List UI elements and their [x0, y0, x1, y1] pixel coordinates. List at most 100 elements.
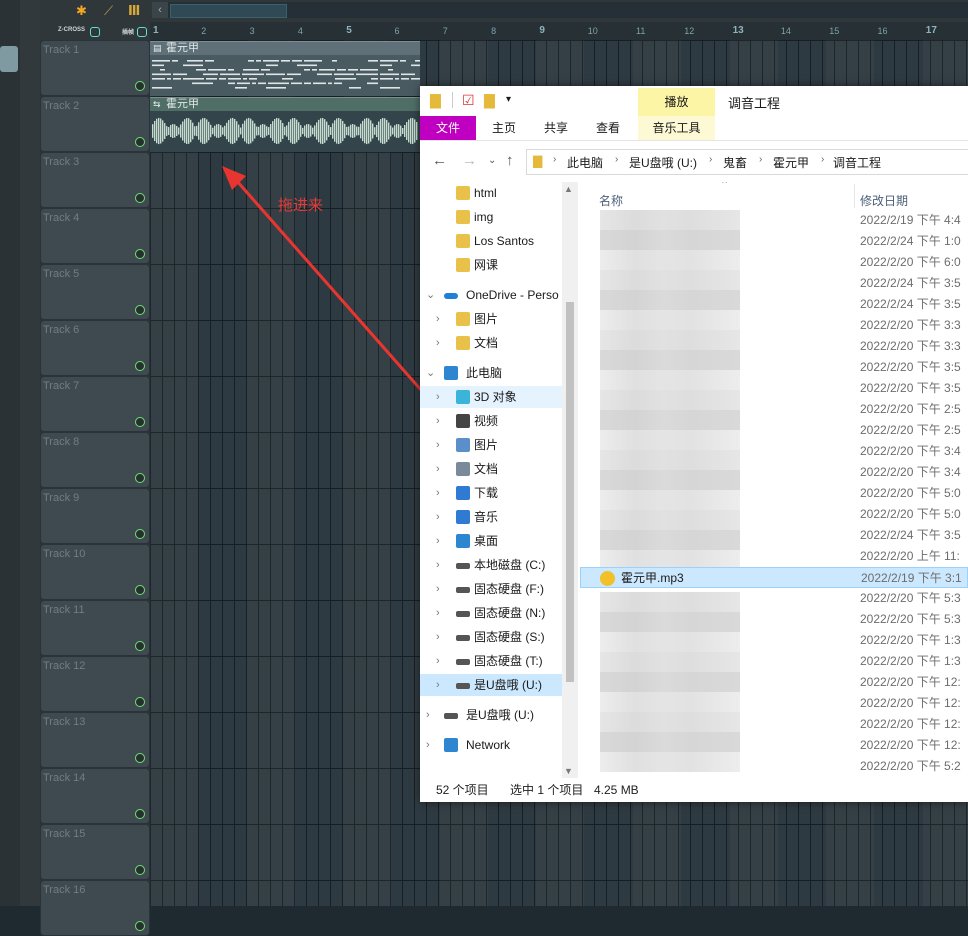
breadcrumb-separator[interactable]: › [821, 154, 824, 165]
audio-clip[interactable]: ⇆ 霍元甲 [150, 97, 420, 152]
track-mute-led[interactable] [135, 809, 145, 819]
collapse-icon[interactable]: ⌄ [426, 284, 435, 306]
track-mute-led[interactable] [135, 249, 145, 259]
column-date-header[interactable]: 修改日期 [860, 192, 908, 209]
track-mute-led[interactable] [135, 305, 145, 315]
crumb-guichu[interactable]: 鬼畜 [723, 154, 747, 171]
track-header[interactable]: Track 16 [40, 880, 150, 936]
crumb-tuning-project[interactable]: 调音工程 [833, 154, 881, 171]
recent-dropdown-icon[interactable]: ⌄ [488, 155, 496, 166]
breadcrumb[interactable]: ▇ › 此电脑 › 是U盘哦 (U:) › 鬼畜 › 霍元甲 › 调音工程 [526, 149, 968, 175]
track-header[interactable]: Track 12 [40, 656, 150, 712]
expand-icon[interactable]: › [436, 386, 440, 408]
track-mute-led[interactable] [135, 137, 145, 147]
track-header[interactable]: Track 4 [40, 208, 150, 264]
track-header[interactable]: Track 5 [40, 264, 150, 320]
nav-item[interactable]: › 下载 [420, 482, 562, 504]
new-folder-icon[interactable]: ▇ [484, 92, 495, 108]
collapse-icon[interactable]: ⌄ [426, 362, 435, 384]
track-mute-led[interactable] [135, 529, 145, 539]
expand-icon[interactable]: › [436, 650, 440, 672]
track-header[interactable]: Track 8 [40, 432, 150, 488]
sample-toggle[interactable] [137, 27, 147, 37]
nav-item[interactable]: › 是U盘哦 (U:) [420, 704, 562, 726]
expand-icon[interactable]: › [436, 602, 440, 624]
tab-view[interactable]: 查看 [586, 116, 630, 140]
track-mute-led[interactable] [135, 361, 145, 371]
expand-icon[interactable]: › [436, 434, 440, 456]
piano-tool-icon[interactable]: Ⅲ [128, 3, 140, 19]
expand-icon[interactable]: › [436, 308, 440, 330]
track-mute-led[interactable] [135, 641, 145, 651]
qat-dropdown-icon[interactable]: ▾ [506, 92, 511, 108]
zcross-toggle[interactable] [90, 27, 100, 37]
nav-item[interactable]: 网课 [420, 254, 562, 276]
expand-icon[interactable]: › [436, 554, 440, 576]
expand-icon[interactable]: › [436, 530, 440, 552]
expand-icon[interactable]: › [426, 734, 430, 756]
nav-item[interactable]: › 音乐 [420, 506, 562, 528]
track-mute-led[interactable] [135, 473, 145, 483]
scroll-down-icon[interactable]: ▼ [564, 766, 573, 776]
column-divider[interactable] [854, 184, 855, 208]
scroll-up-icon[interactable]: ▲ [564, 184, 573, 194]
nav-item[interactable]: › 文档 [420, 458, 562, 480]
breadcrumb-separator[interactable]: › [709, 154, 712, 165]
scroll-thumb[interactable] [566, 302, 574, 682]
breadcrumb-separator[interactable]: › [615, 154, 618, 165]
nav-item[interactable]: › 本地磁盘 (C:) [420, 554, 562, 576]
tab-play-context[interactable]: 播放 [638, 88, 715, 116]
timeline-ruler[interactable]: 1 2 3 4 5 6 7 8 9 10 11 12 13 14 15 16 17 [150, 22, 968, 41]
up-icon[interactable]: ↑ [506, 152, 514, 169]
nav-item[interactable]: › 视频 [420, 410, 562, 432]
track-header[interactable]: Track 9 [40, 488, 150, 544]
track-header[interactable]: Track 6 [40, 320, 150, 376]
nav-item[interactable]: ⌄ 此电脑 [420, 362, 562, 384]
track-mute-led[interactable] [135, 585, 145, 595]
tab-home[interactable]: 主页 [482, 116, 526, 140]
crumb-u-drive[interactable]: 是U盘哦 (U:) [629, 154, 697, 171]
waveform-tool-icon[interactable]: ✱ [76, 3, 87, 19]
expand-icon[interactable]: › [436, 482, 440, 504]
nav-item[interactable]: › 固态硬盘 (N:) [420, 602, 562, 624]
scroll-left-icon[interactable]: ‹ [152, 2, 168, 18]
expand-icon[interactable]: › [436, 578, 440, 600]
expand-icon[interactable]: › [436, 674, 440, 696]
track-mute-led[interactable] [135, 921, 145, 931]
expand-icon[interactable]: › [426, 704, 430, 726]
channel-thumb[interactable] [0, 46, 18, 72]
track-header[interactable]: Track 11 [40, 600, 150, 656]
nav-item[interactable]: › 图片 [420, 308, 562, 330]
breadcrumb-separator[interactable]: › [759, 154, 762, 165]
automation-tool-icon[interactable]: ⟋ [104, 3, 113, 19]
nav-item[interactable]: › 图片 [420, 434, 562, 456]
track-header[interactable]: Track 13 [40, 712, 150, 768]
back-icon[interactable]: ← [432, 152, 447, 169]
nav-item[interactable]: › 固态硬盘 (S:) [420, 626, 562, 648]
track-mute-led[interactable] [135, 417, 145, 427]
track-mute-led[interactable] [135, 753, 145, 763]
tab-music-tools[interactable]: 音乐工具 [638, 116, 715, 140]
column-name-header[interactable]: 名称 [599, 192, 623, 209]
nav-item[interactable]: › 3D 对象 [420, 386, 562, 408]
playlist-horizontal-scroll[interactable]: ‹ [152, 2, 968, 18]
file-row[interactable]: 霍元甲.mp3 2022/2/19 下午 3:1 [580, 567, 968, 588]
expand-icon[interactable]: › [436, 410, 440, 432]
track-mute-led[interactable] [135, 193, 145, 203]
nav-item[interactable]: › 固态硬盘 (F:) [420, 578, 562, 600]
tab-share[interactable]: 共享 [534, 116, 578, 140]
nav-item[interactable]: › 固态硬盘 (T:) [420, 650, 562, 672]
nav-item[interactable]: › 是U盘哦 (U:) [420, 674, 562, 696]
pattern-clip[interactable]: ▤ 霍元甲 [150, 41, 420, 96]
breadcrumb-separator[interactable]: › [553, 154, 556, 165]
expand-icon[interactable]: › [436, 506, 440, 528]
track-header[interactable]: Track 10 [40, 544, 150, 600]
nav-item[interactable]: Los Santos [420, 230, 562, 252]
nav-item[interactable]: img [420, 206, 562, 228]
nav-item[interactable]: › Network [420, 734, 562, 756]
expand-icon[interactable]: › [436, 458, 440, 480]
track-header[interactable]: Track 7 [40, 376, 150, 432]
track-header[interactable]: Track 3 [40, 152, 150, 208]
track-header[interactable]: Track 14 [40, 768, 150, 824]
track-header[interactable]: Track 1 [40, 40, 150, 96]
